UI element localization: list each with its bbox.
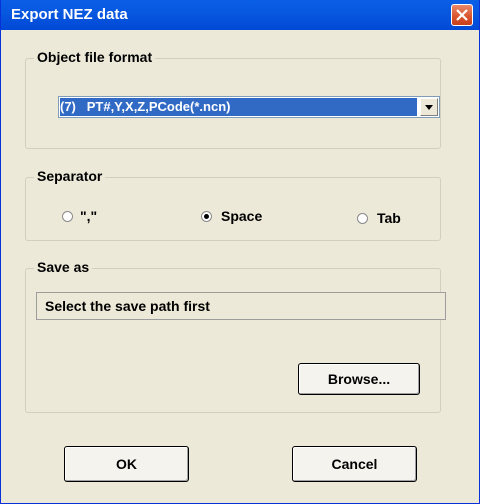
radio-selected-dot-icon [204, 213, 209, 219]
ok-button[interactable]: OK [64, 446, 189, 482]
radio-button-space[interactable] [201, 210, 212, 222]
save-as-groupbox: Save as Select the save path first Brows… [25, 259, 446, 413]
browse-button[interactable]: Browse... [298, 363, 420, 395]
file-format-dropdown-button[interactable] [420, 98, 438, 116]
export-dialog: Export NEZ data Object file format (7) P… [0, 0, 480, 504]
cancel-button[interactable]: Cancel [292, 446, 417, 482]
file-format-dropdown[interactable]: (7) PT#,Y,X,Z,PCode(*.ncn) [58, 96, 440, 118]
file-format-selected-value[interactable]: (7) PT#,Y,X,Z,PCode(*.ncn) [60, 98, 417, 116]
radio-label-tab[interactable]: Tab [377, 210, 401, 226]
save-path-field: Select the save path first [36, 292, 446, 320]
save-as-group-label: Save as [34, 259, 93, 275]
close-button[interactable] [451, 4, 473, 26]
close-x-icon [456, 9, 468, 21]
radio-label-comma[interactable]: "," [80, 208, 97, 224]
window-title: Export NEZ data [11, 6, 128, 23]
separator-group-label: Separator [34, 168, 106, 184]
format-group-label: Object file format [34, 49, 156, 65]
title-bar[interactable]: Export NEZ data [1, 0, 479, 30]
radio-label-space[interactable]: Space [221, 208, 262, 224]
radio-button-tab[interactable] [357, 212, 368, 224]
separator-radio-space[interactable]: Space [201, 208, 262, 224]
radio-button-comma[interactable] [62, 210, 73, 222]
format-groupbox: Object file format (7) PT#,Y,X,Z,PCode(*… [25, 49, 441, 149]
separator-radio-tab[interactable]: Tab [357, 210, 401, 226]
separator-radio-comma[interactable]: "," [62, 208, 97, 224]
chevron-down-icon [425, 105, 433, 110]
separator-groupbox: Separator "," Space Tab [25, 168, 441, 241]
